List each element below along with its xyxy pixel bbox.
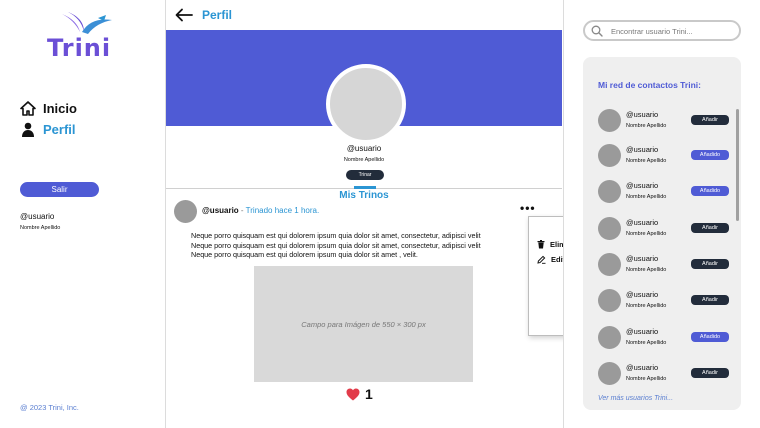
search-box [583,20,741,41]
sidebar-username: @usuario [20,212,55,221]
copyright-text: @ 2023 Trini, Inc. [20,403,79,412]
edit-icon [537,255,546,264]
add-contact-button[interactable]: Añadir [691,259,729,269]
contact-fullname: Nombre Apellido [626,267,667,273]
add-contact-button[interactable]: Añadir [691,295,729,305]
heart-icon[interactable] [346,388,360,401]
logout-button[interactable]: Salir [20,182,99,197]
contact-avatar[interactable] [598,180,621,203]
user-icon [22,122,34,137]
contact-row: @usuario Nombre Apellido Añadido [598,326,730,352]
contact-avatar[interactable] [598,289,621,312]
contact-row: @usuario Nombre Apellido Añadir [598,217,730,243]
nav-home[interactable]: Inicio [20,101,77,116]
post-line: Neque porro quisquam est qui dolorem ips… [191,231,481,240]
contact-username[interactable]: @usuario [626,254,658,263]
contact-username[interactable]: @usuario [626,218,658,227]
added-contact-button[interactable]: Añadido [691,150,729,160]
contact-fullname: Nombre Apellido [626,376,667,382]
contact-row: @usuario Nombre Apellido Añadir [598,362,730,388]
post-timestamp: Trinado hace 1 hora. [245,206,320,215]
post-line: Neque porro quisquam est qui dolorem ips… [191,250,418,259]
profile-avatar[interactable] [326,64,406,144]
trash-icon [537,240,545,249]
contact-fullname: Nombre Apellido [626,231,667,237]
add-contact-button[interactable]: Añadir [691,368,729,378]
contacts-title: Mi red de contactos Trini: [598,80,701,90]
more-users-link[interactable]: Ver más usuarios Trini... [598,395,673,402]
tab-underline [354,186,376,189]
left-sidebar: Trini Inicio Perfil Salir @usuario Nombr… [0,0,166,428]
contact-username[interactable]: @usuario [626,181,658,190]
main-content: Perfil @usuario Nombre Apellido Trinar M… [166,0,562,428]
top-bar: Perfil [166,0,562,30]
contact-fullname: Nombre Apellido [626,158,667,164]
contact-row: @usuario Nombre Apellido Añadir [598,289,730,315]
contact-row: @usuario Nombre Apellido Añadido [598,180,730,206]
search-icon [591,25,603,37]
contact-avatar[interactable] [598,253,621,276]
post-more-options-icon[interactable]: ••• [520,201,536,215]
add-contact-button[interactable]: Añadir [691,223,729,233]
post-image-placeholder: Campo para Imágen de 550 × 300 px [254,266,473,382]
back-arrow-icon[interactable] [175,8,193,22]
search-input[interactable] [611,24,737,38]
contact-avatar[interactable] [598,109,621,132]
contact-avatar[interactable] [598,362,621,385]
image-placeholder-label: Campo para Imágen de 550 × 300 px [301,319,426,329]
contact-username[interactable]: @usuario [626,110,658,119]
contact-row: @usuario Nombre Apellido Añadido [598,144,730,170]
scrollbar-thumb[interactable] [736,109,739,221]
added-contact-button[interactable]: Añadido [691,186,729,196]
contact-fullname: Nombre Apellido [626,340,667,346]
contact-username[interactable]: @usuario [626,290,658,299]
contact-row: @usuario Nombre Apellido Añadir [598,253,730,279]
post-avatar[interactable] [174,200,197,223]
contact-username[interactable]: @usuario [626,145,658,154]
tab-mis-trinos[interactable]: Mis Trinos [166,190,562,201]
right-panel: Mi red de contactos Trini: @usuario Nomb… [563,0,760,428]
contacts-scrollbar[interactable] [736,109,739,391]
trini-logo[interactable]: Trini [44,10,124,64]
contacts-card: Mi red de contactos Trini: @usuario Nomb… [583,57,741,410]
post-line: Neque porro quisquam est qui dolorem ips… [191,240,481,250]
post-header: @usuario - Trinado hace 1 hora. [202,206,319,215]
contact-avatar[interactable] [598,217,621,240]
post-username[interactable]: @usuario [202,206,239,215]
contact-fullname: Nombre Apellido [626,303,667,309]
profile-fullname: Nombre Apellido [343,157,385,163]
contact-avatar[interactable] [598,144,621,167]
nav-profile[interactable]: Perfil [20,122,76,137]
like-count: 1 [365,386,373,402]
sidebar-fullname: Nombre Apellido [20,225,61,231]
page-title: Perfil [202,8,233,22]
contact-username[interactable]: @usuario [626,327,658,336]
contact-fullname: Nombre Apellido [626,194,667,200]
profile-username: @usuario [346,144,382,153]
nav-home-label: Inicio [43,101,77,116]
add-contact-button[interactable]: Añadir [691,115,729,125]
trinar-button[interactable]: Trinar [346,170,384,180]
contact-avatar[interactable] [598,326,621,349]
contact-username[interactable]: @usuario [626,363,658,372]
post-separator: - [238,206,246,215]
contact-fullname: Nombre Apellido [626,123,667,129]
contact-row: @usuario Nombre Apellido Añadir [598,109,730,135]
logo-wordmark: Trini [47,34,112,62]
added-contact-button[interactable]: Añadido [691,332,729,342]
post-body: Neque porro quisquam est qui dolorem ips… [191,231,562,261]
nav-profile-label: Perfil [43,122,76,137]
home-icon [20,101,36,116]
